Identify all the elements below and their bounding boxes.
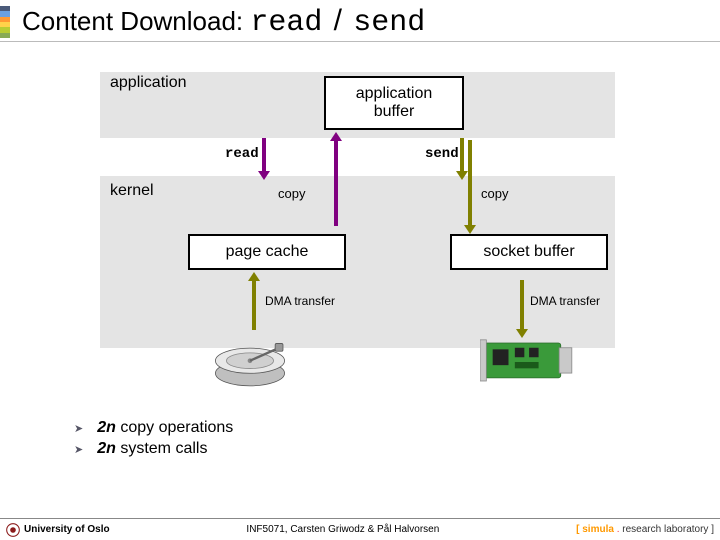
copy-label-right: copy xyxy=(481,186,508,201)
bullet-emphasis: 2n xyxy=(97,440,116,457)
page-cache-box: page cache xyxy=(188,234,346,270)
page-cache-label: page cache xyxy=(226,243,309,261)
bullet-row: ➤ 2n copy operations xyxy=(74,419,233,437)
application-buffer-box: application buffer xyxy=(324,76,464,130)
title-underline xyxy=(0,41,720,42)
summary-bullets: ➤ 2n copy operations ➤ 2n system calls xyxy=(74,416,233,461)
diagram-area: application application buffer kernel co… xyxy=(0,44,720,474)
title-separator: / xyxy=(334,4,342,37)
title-code-send: send xyxy=(353,6,425,40)
footer-right: [ simula . research laboratory ] xyxy=(576,524,714,535)
kernel-layer-label: kernel xyxy=(110,182,154,200)
application-layer-label: application xyxy=(110,74,187,92)
bullet-icon: ➤ xyxy=(74,422,83,435)
slide-footer: University of Oslo INF5071, Carsten Griw… xyxy=(0,518,720,540)
bullet-emphasis: 2n xyxy=(97,419,116,436)
application-buffer-label: application buffer xyxy=(356,85,433,122)
bullet-row: ➤ 2n system calls xyxy=(74,440,233,458)
slide-title-bar: Content Download: read / send xyxy=(0,0,720,44)
bullet-text: 2n copy operations xyxy=(97,419,233,437)
title-code-read: read xyxy=(250,6,322,40)
title-prefix: Content Download: xyxy=(22,6,243,36)
footer-center: INF5071, Carsten Griwodz & Pål Halvorsen xyxy=(110,524,577,535)
bullet-icon: ➤ xyxy=(74,443,83,456)
socket-buffer-label: socket buffer xyxy=(483,243,574,261)
read-syscall-label: read xyxy=(225,146,259,162)
hard-disk-icon xyxy=(210,334,290,389)
dma-label-left: DMA transfer xyxy=(265,294,335,308)
copy-label-left: copy xyxy=(278,186,305,201)
university-logo-icon xyxy=(6,523,20,537)
title-accent-stripe xyxy=(0,6,10,38)
network-card-icon xyxy=(480,336,575,388)
footer-left: University of Oslo xyxy=(24,524,110,535)
socket-buffer-box: socket buffer xyxy=(450,234,608,270)
dma-label-right: DMA transfer xyxy=(530,294,600,308)
send-syscall-label: send xyxy=(425,146,459,162)
bullet-text: 2n system calls xyxy=(97,440,207,458)
slide-title: Content Download: read / send xyxy=(22,4,425,40)
